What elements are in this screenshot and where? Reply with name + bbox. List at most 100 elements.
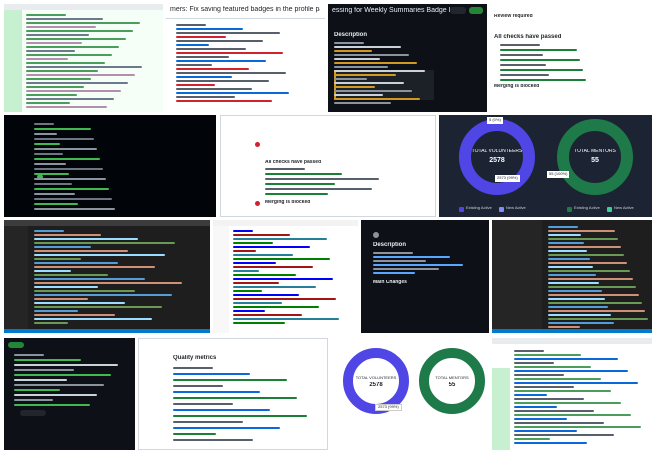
text-line	[548, 302, 642, 304]
code-button[interactable]	[469, 7, 483, 14]
edit-button[interactable]	[450, 7, 466, 14]
text-line	[176, 48, 246, 50]
text-line	[373, 260, 426, 262]
text-line	[173, 409, 270, 411]
text-line	[233, 278, 333, 280]
text-line	[176, 84, 215, 86]
text-line	[34, 198, 112, 200]
text-line	[373, 256, 450, 258]
text-line	[514, 410, 594, 412]
text-line	[548, 226, 578, 228]
text-line	[173, 403, 233, 405]
text-line	[26, 66, 142, 68]
text-line	[34, 230, 64, 232]
merge-button[interactable]	[8, 342, 24, 348]
text-line	[173, 439, 253, 441]
text-line	[34, 148, 97, 150]
text-line	[548, 318, 648, 320]
text-line	[34, 290, 135, 292]
text-line	[514, 362, 554, 364]
text-line	[500, 64, 546, 66]
text-line	[514, 438, 550, 440]
text-line	[173, 433, 216, 435]
merge-blocked: Merging is blocked	[265, 200, 311, 205]
mentors-label: TOTAL MENTORS	[435, 376, 469, 380]
text-line	[334, 94, 383, 96]
text-line	[514, 442, 587, 444]
text-line	[548, 246, 621, 248]
text-line	[233, 258, 330, 260]
text-line	[26, 18, 103, 20]
text-line	[373, 252, 413, 254]
text-line	[173, 391, 260, 393]
legend-label: Existing Active	[466, 206, 492, 210]
text-line	[34, 138, 94, 140]
text-line	[34, 250, 128, 252]
tile-quality-metrics: Quality metrics	[138, 338, 328, 450]
text-line	[34, 173, 69, 175]
status-bar	[4, 329, 210, 333]
text-line	[14, 379, 67, 381]
text-line	[500, 74, 549, 76]
text-line	[173, 415, 307, 417]
review-required: Review required	[494, 14, 533, 19]
tile-header	[4, 4, 163, 10]
text-line	[34, 258, 81, 260]
text-line	[26, 86, 84, 88]
text-line	[233, 318, 339, 320]
text-line	[173, 373, 250, 375]
explorer	[4, 226, 28, 333]
subsection-heading: Main Changes	[373, 280, 407, 285]
text-line	[34, 153, 63, 155]
tile-donut-charts-dark: TOTAL VOLUNTEERS 2578 5 (0%) 2573 (99%) …	[439, 115, 652, 217]
text-line	[265, 188, 372, 190]
text-line	[34, 178, 106, 180]
text-line	[334, 102, 391, 104]
text-line	[233, 290, 262, 292]
text-line	[514, 354, 581, 356]
error-icon	[255, 142, 260, 147]
tile-code-diff	[4, 4, 163, 112]
divider	[166, 18, 325, 19]
text-line	[514, 350, 544, 352]
legend-label: New Active	[506, 206, 526, 210]
text-line	[34, 306, 162, 308]
text-line	[176, 72, 286, 74]
text-line	[26, 38, 126, 40]
text-line	[34, 168, 103, 170]
tile-vscode-dark-2	[492, 220, 652, 333]
text-line	[233, 250, 256, 252]
text-line	[34, 270, 71, 272]
tile-header	[492, 338, 652, 344]
text-line	[26, 102, 70, 104]
legend-swatch	[499, 207, 504, 212]
text-line	[34, 193, 75, 195]
text-line	[26, 78, 91, 80]
text-line	[334, 66, 388, 68]
text-line	[514, 414, 631, 416]
text-line	[548, 234, 581, 236]
text-line	[514, 358, 618, 360]
volunteers-new-callout: 2573 (99%)	[495, 175, 520, 182]
text-line	[14, 359, 81, 361]
text-line	[176, 88, 252, 90]
text-line	[233, 310, 265, 312]
text-line	[34, 294, 172, 296]
text-line	[26, 98, 114, 100]
blocked-icon	[255, 201, 260, 206]
text-line	[34, 298, 88, 300]
text-line	[500, 69, 583, 71]
text-line	[548, 262, 627, 264]
text-line	[173, 367, 213, 369]
comment-button[interactable]	[20, 410, 46, 416]
text-line	[514, 418, 567, 420]
text-line	[548, 294, 639, 296]
text-line	[334, 82, 404, 84]
text-line	[548, 238, 618, 240]
text-line	[176, 96, 235, 98]
metrics-heading: Quality metrics	[173, 355, 217, 361]
line-gutter	[4, 10, 22, 112]
text-line	[334, 98, 420, 100]
section-heading: Description	[334, 32, 368, 38]
text-line	[548, 258, 590, 260]
